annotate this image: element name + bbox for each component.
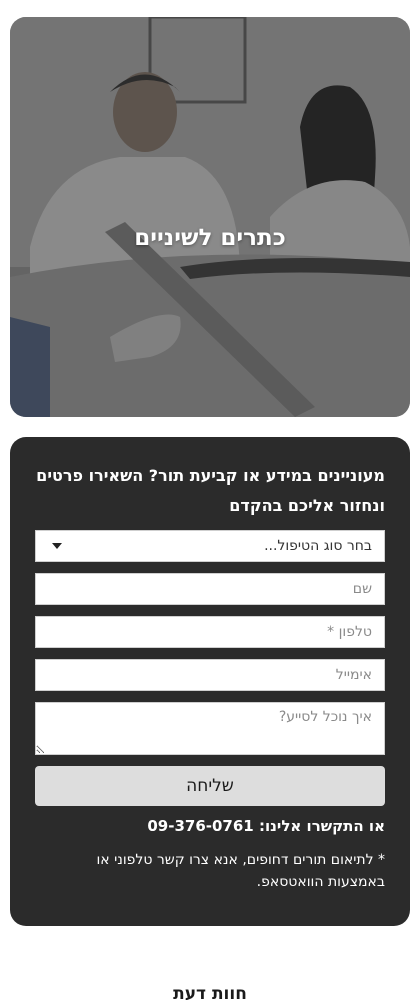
submit-button[interactable]: שליחה	[35, 766, 385, 806]
contact-phone-link[interactable]: 09-376-0761	[147, 817, 253, 835]
hero-title: כתרים לשיניים	[134, 225, 286, 251]
treatment-select[interactable]: בחר סוג הטיפול...	[35, 530, 385, 562]
contact-form-card: מעוניינים במידע או קביעת תור? השאירו פרט…	[10, 437, 410, 926]
phone-input[interactable]	[35, 616, 385, 648]
contact-phone-line: או התקשרו אלינו: 09-376-0761	[25, 817, 385, 835]
name-input[interactable]	[35, 573, 385, 605]
urgent-appointment-note: * לתיאום תורים דחופים, אנא צרו קשר טלפונ…	[96, 852, 385, 890]
contact-prefix: או התקשרו אלינו:	[258, 817, 385, 835]
email-input[interactable]	[35, 659, 385, 691]
hero-dark-overlay	[10, 17, 410, 417]
page: כתרים לשיניים מעוניינים במידע או קביעת ת…	[0, 0, 420, 1000]
message-textarea[interactable]	[35, 702, 385, 755]
reviews-heading: חוות דעת	[173, 984, 247, 1000]
form-heading: מעוניינים במידע או קביעת תור? השאירו פרט…	[36, 466, 385, 515]
chevron-down-icon	[52, 543, 62, 549]
treatment-select-value: בחר סוג הטיפול...	[264, 538, 372, 554]
hero-banner: כתרים לשיניים	[10, 17, 410, 417]
